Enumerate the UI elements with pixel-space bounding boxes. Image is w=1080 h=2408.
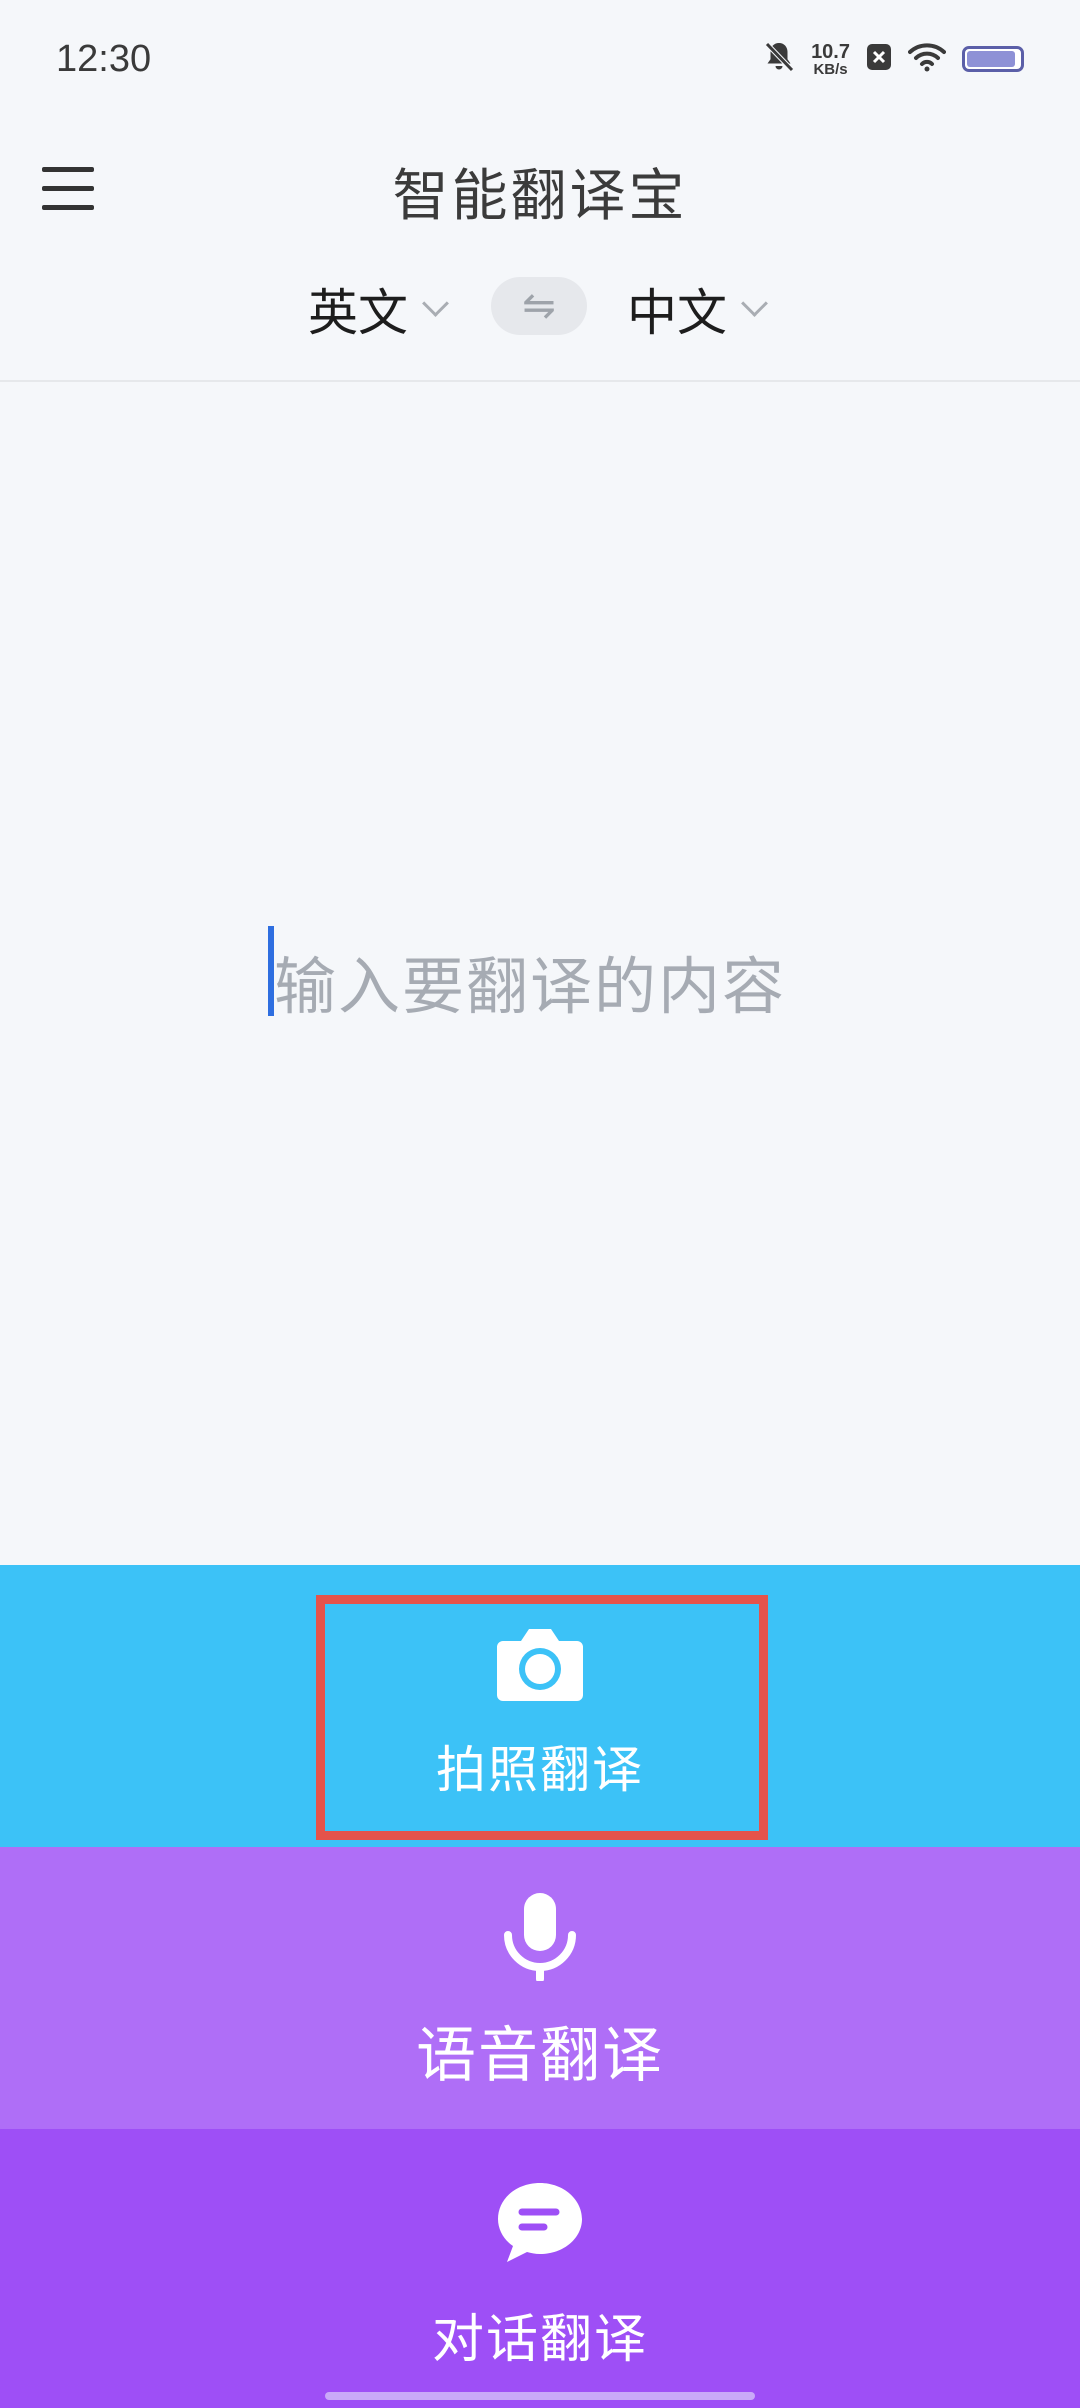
target-language-label: 中文 (627, 284, 727, 342)
mute-bell-icon (763, 40, 795, 78)
language-selector: 英文 ⇋ 中文 (0, 265, 1080, 345)
network-speed-value: 10.7 (811, 40, 850, 63)
battery-icon (962, 46, 1024, 72)
microphone-icon (498, 1891, 582, 1985)
status-bar: 12:30 10.7 KB/s (0, 0, 1080, 125)
voice-translate-panel[interactable]: 语音翻译 (0, 1847, 1080, 2129)
input-placeholder: 输入要翻译的内容 (274, 950, 787, 1023)
app-title: 智能翻译宝 (392, 164, 688, 229)
status-time: 12:30 (56, 38, 152, 80)
app-header: 智能翻译宝 英文 ⇋ 中文 (0, 125, 1080, 382)
battery-level (967, 51, 1015, 67)
status-icons: 10.7 KB/s (763, 40, 1024, 78)
highlight-box (316, 1595, 768, 1840)
network-speed-unit: KB/s (813, 60, 848, 78)
chevron-down-icon (741, 289, 768, 317)
chevron-down-icon (422, 289, 449, 317)
chat-translate-label: 对话翻译 (431, 2310, 648, 2370)
photo-translate-panel[interactable]: 拍照翻译 (0, 1565, 1080, 1847)
close-box-icon (866, 43, 892, 75)
swap-languages-button[interactable]: ⇋ (491, 277, 587, 335)
chat-bubble-icon (494, 2179, 586, 2269)
target-language-dropdown[interactable]: 中文 (627, 273, 768, 345)
gesture-navigation-bar[interactable] (325, 2392, 755, 2400)
wifi-icon (908, 42, 946, 76)
chat-translate-panel[interactable]: 对话翻译 (0, 2129, 1080, 2408)
translation-input-area[interactable]: 输入要翻译的内容 (0, 382, 1080, 1565)
source-language-dropdown[interactable]: 英文 (308, 273, 449, 345)
network-speed: 10.7 KB/s (811, 42, 850, 77)
source-language-label: 英文 (308, 284, 408, 342)
voice-translate-label: 语音翻译 (416, 2021, 664, 2091)
